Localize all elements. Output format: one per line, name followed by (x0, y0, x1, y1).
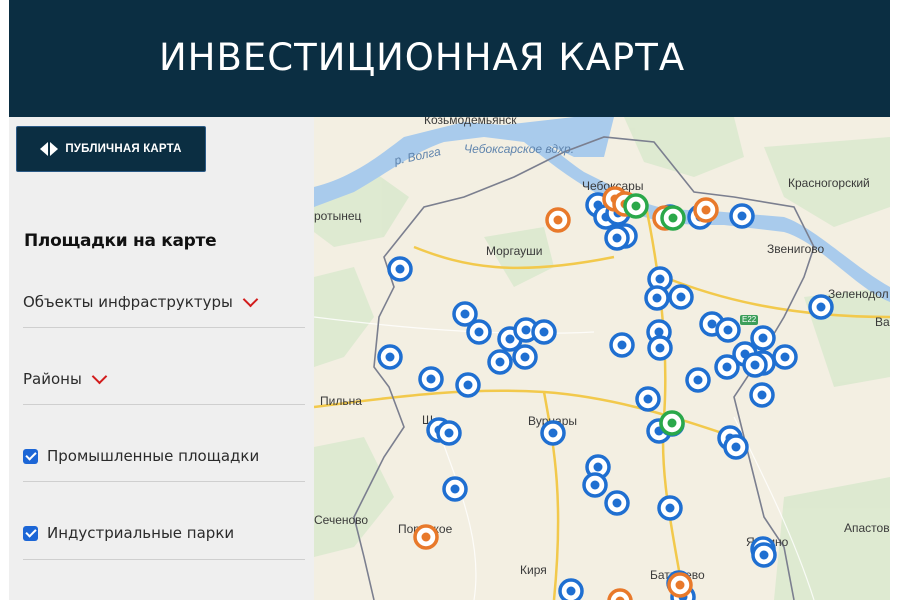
industrial-site-marker[interactable] (644, 285, 670, 311)
industrial-park-marker[interactable] (693, 197, 719, 223)
dropdown-label: Объекты инфраструктуры (23, 293, 233, 311)
industrial-site-marker[interactable] (558, 578, 584, 600)
industrial-site-marker[interactable] (808, 294, 834, 320)
industrial-site-marker[interactable] (582, 472, 608, 498)
page-header: ИНВЕСТИЦИОННАЯ КАРТА (9, 0, 890, 117)
industrial-site-marker[interactable] (540, 420, 566, 446)
checkbox-label: Индустриальные парки (47, 524, 235, 542)
section-title: Площадки на карте (24, 231, 217, 251)
industrial-site-marker[interactable] (685, 367, 711, 393)
checkbox-industrial-sites[interactable]: Промышленные площадки (23, 431, 305, 482)
industrial-site-marker[interactable] (531, 319, 557, 345)
page-title: ИНВЕСТИЦИОННАЯ КАРТА (159, 36, 686, 79)
industrial-site-marker[interactable] (729, 203, 755, 229)
industrial-site-marker[interactable] (604, 225, 630, 251)
industrial-site-marker[interactable] (436, 420, 462, 446)
industrial-site-marker[interactable] (466, 319, 492, 345)
public-map-button[interactable]: ПУБЛИЧНАЯ КАРТА (16, 126, 206, 172)
checkbox-checked-icon[interactable] (23, 448, 38, 464)
special-site-marker[interactable] (660, 205, 686, 231)
industrial-site-marker[interactable] (512, 344, 538, 370)
industrial-site-marker[interactable] (377, 344, 403, 370)
chevron-down-icon (242, 291, 259, 307)
investment-map[interactable]: Козьмодемьянск р. Волга Чебоксарское вдх… (314, 117, 890, 600)
special-site-marker[interactable] (659, 410, 685, 436)
dropdown-infrastructure[interactable]: Объекты инфраструктуры (23, 277, 305, 328)
industrial-site-marker[interactable] (751, 542, 777, 568)
public-map-button-label: ПУБЛИЧНАЯ КАРТА (65, 143, 182, 155)
chevron-down-icon (91, 368, 108, 384)
checkbox-checked-icon[interactable] (23, 525, 38, 541)
industrial-site-marker[interactable] (487, 349, 513, 375)
special-site-marker[interactable] (623, 193, 649, 219)
industrial-site-marker[interactable] (609, 332, 635, 358)
industrial-site-marker[interactable] (635, 386, 661, 412)
checkbox-label: Промышленные площадки (47, 447, 260, 465)
checkbox-industrial-parks[interactable]: Индустриальные парки (23, 507, 305, 560)
industrial-site-marker[interactable] (723, 434, 749, 460)
industrial-park-marker[interactable] (545, 207, 571, 233)
industrial-site-marker[interactable] (772, 344, 798, 370)
industrial-site-marker[interactable] (657, 495, 683, 521)
industrial-site-marker[interactable] (714, 354, 740, 380)
industrial-site-marker[interactable] (715, 317, 741, 343)
industrial-site-marker[interactable] (647, 335, 673, 361)
industrial-site-marker[interactable] (750, 325, 776, 351)
industrial-site-marker[interactable] (418, 366, 444, 392)
industrial-park-marker[interactable] (667, 572, 693, 598)
industrial-site-marker[interactable] (387, 256, 413, 282)
industrial-site-marker[interactable] (742, 352, 768, 378)
industrial-site-marker[interactable] (749, 382, 775, 408)
industrial-site-marker[interactable] (604, 490, 630, 516)
industrial-site-marker[interactable] (455, 372, 481, 398)
industrial-site-marker[interactable] (668, 284, 694, 310)
sidebar: ПУБЛИЧНАЯ КАРТА Площадки на карте Объект… (9, 117, 314, 600)
dropdown-districts[interactable]: Районы (23, 354, 305, 405)
industrial-park-marker[interactable] (607, 588, 633, 600)
industrial-park-marker[interactable] (413, 524, 439, 550)
double-arrow-icon (40, 142, 59, 156)
dropdown-label: Районы (23, 370, 82, 388)
industrial-site-marker[interactable] (442, 476, 468, 502)
